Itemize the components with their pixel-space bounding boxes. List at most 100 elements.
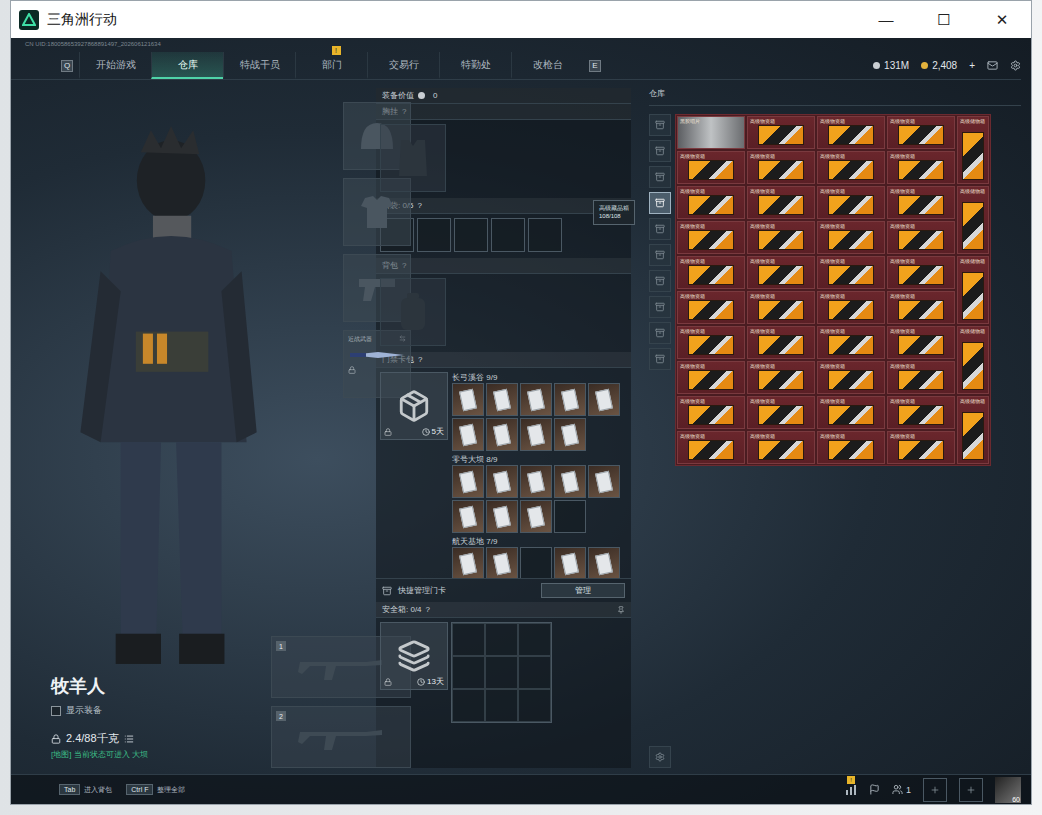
access-card[interactable] (486, 500, 518, 533)
access-card[interactable] (520, 547, 552, 578)
storage-item[interactable]: 高级物资箱 (677, 431, 745, 464)
backpack-slot[interactable] (380, 278, 446, 346)
safe-cell[interactable] (452, 656, 485, 689)
storage-item[interactable]: 高级物资箱 (817, 221, 885, 254)
flag-icon[interactable] (869, 784, 880, 795)
nav-tab[interactable]: 特勤处 (439, 52, 511, 79)
storage-item[interactable]: 高级物资箱 (677, 221, 745, 254)
pocket-slot[interactable] (417, 218, 451, 252)
storage-tab[interactable] (649, 114, 671, 136)
key-hint[interactable]: Tab进入背包 (59, 784, 112, 795)
storage-item[interactable]: 高级物资箱 (677, 151, 745, 184)
key-hint[interactable]: Ctrl F整理全部 (126, 784, 185, 795)
storage-item[interactable]: 高级物资箱 (747, 116, 815, 149)
access-card[interactable] (554, 418, 586, 451)
safe-cell[interactable] (518, 689, 551, 722)
safe-cell[interactable] (485, 656, 518, 689)
storage-item[interactable]: 高级物资箱 (887, 116, 955, 149)
storage-tool[interactable] (649, 746, 671, 768)
access-card[interactable] (588, 547, 620, 578)
friends-button[interactable]: 1 (892, 784, 911, 795)
storage-item[interactable]: 高级物资箱 (677, 361, 745, 394)
storage-item[interactable]: 高级物资箱 (747, 361, 815, 394)
storage-item[interactable]: 高级物资箱 (887, 151, 955, 184)
storage-tab[interactable] (649, 270, 671, 292)
storage-item[interactable]: 高级物资箱 (817, 396, 885, 429)
pocket-slot[interactable] (528, 218, 562, 252)
storage-item[interactable]: 黑胶唱片 (677, 116, 745, 149)
access-card[interactable] (520, 500, 552, 533)
weapon-slot[interactable]: 2 (271, 706, 411, 768)
key-hint[interactable]: Q (61, 60, 73, 72)
storage-item[interactable]: 高级物资箱 (817, 151, 885, 184)
access-card[interactable] (452, 465, 484, 498)
storage-item[interactable]: 高级物资箱 (747, 256, 815, 289)
access-card[interactable] (486, 383, 518, 416)
storage-item[interactable]: 高级物资箱 (677, 256, 745, 289)
topup-button[interactable]: + (969, 60, 975, 71)
invite-slot[interactable] (959, 778, 983, 802)
storage-item[interactable]: 高级物资箱 (887, 221, 955, 254)
checkbox[interactable] (51, 706, 61, 716)
storage-item[interactable]: 高级物资箱 (817, 326, 885, 359)
storage-item[interactable]: 高级储物箱 (957, 256, 989, 324)
safe-cell[interactable] (485, 623, 518, 656)
nav-tab[interactable]: 特战干员 (223, 52, 295, 79)
player-avatar[interactable]: 60 (995, 777, 1021, 803)
nav-tab[interactable]: 交易行 (367, 52, 439, 79)
storage-item[interactable]: 高级物资箱 (817, 291, 885, 324)
window-control[interactable]: ✕ (973, 1, 1031, 38)
storage-item[interactable]: 高级物资箱 (747, 151, 815, 184)
access-card[interactable] (554, 465, 586, 498)
storage-item[interactable]: 高级物资箱 (677, 291, 745, 324)
pocket-slot[interactable] (454, 218, 488, 252)
storage-item[interactable]: 高级储物箱 (957, 186, 989, 254)
safe-box-slot[interactable]: 13天 (380, 622, 448, 690)
storage-item[interactable]: 高级物资箱 (817, 361, 885, 394)
access-card[interactable] (554, 383, 586, 416)
storage-item[interactable]: 高级物资箱 (887, 361, 955, 394)
storage-tab[interactable] (649, 140, 671, 162)
storage-item[interactable]: 高级物资箱 (817, 256, 885, 289)
show-gear-toggle[interactable]: 显示装备 (51, 704, 271, 717)
window-control[interactable]: ☐ (915, 1, 973, 38)
storage-item[interactable]: 高级物资箱 (887, 186, 955, 219)
safe-cell[interactable] (452, 623, 485, 656)
storage-item[interactable]: 高级物资箱 (677, 396, 745, 429)
storage-item[interactable]: 高级物资箱 (887, 291, 955, 324)
storage-item[interactable]: 高级物资箱 (887, 396, 955, 429)
stats-button[interactable]: ! (845, 784, 857, 796)
access-card[interactable] (452, 500, 484, 533)
access-card[interactable] (554, 547, 586, 578)
access-card[interactable] (588, 465, 620, 498)
pin-icon[interactable] (617, 606, 625, 614)
manage-button[interactable]: 管理 (541, 583, 625, 598)
gear-icon[interactable] (1010, 60, 1021, 71)
storage-tab[interactable] (649, 218, 671, 240)
storage-tab[interactable] (649, 348, 671, 370)
access-card[interactable] (588, 383, 620, 416)
storage-item[interactable]: 高级物资箱 (887, 256, 955, 289)
storage-item[interactable]: 高级储物箱 (957, 116, 989, 184)
key-hint[interactable]: E (589, 60, 601, 72)
access-card[interactable] (452, 383, 484, 416)
access-card[interactable] (520, 383, 552, 416)
storage-item[interactable]: 高级物资箱 (677, 326, 745, 359)
storage-tab[interactable] (649, 166, 671, 188)
storage-item[interactable]: 高级储物箱 (957, 396, 989, 464)
safe-cell[interactable] (485, 689, 518, 722)
storage-item[interactable]: 高级物资箱 (817, 186, 885, 219)
access-card[interactable] (554, 500, 586, 533)
safe-cell[interactable] (518, 623, 551, 656)
access-card[interactable] (520, 465, 552, 498)
access-card[interactable] (486, 547, 518, 578)
storage-tab[interactable] (649, 192, 671, 214)
storage-item[interactable]: 高级物资箱 (747, 186, 815, 219)
storage-tab[interactable] (649, 322, 671, 344)
access-card[interactable] (486, 418, 518, 451)
storage-tab[interactable] (649, 244, 671, 266)
window-control[interactable]: — (857, 1, 915, 38)
storage-item[interactable]: 高级物资箱 (677, 186, 745, 219)
storage-item[interactable]: 高级物资箱 (747, 326, 815, 359)
invite-slot[interactable] (923, 778, 947, 802)
